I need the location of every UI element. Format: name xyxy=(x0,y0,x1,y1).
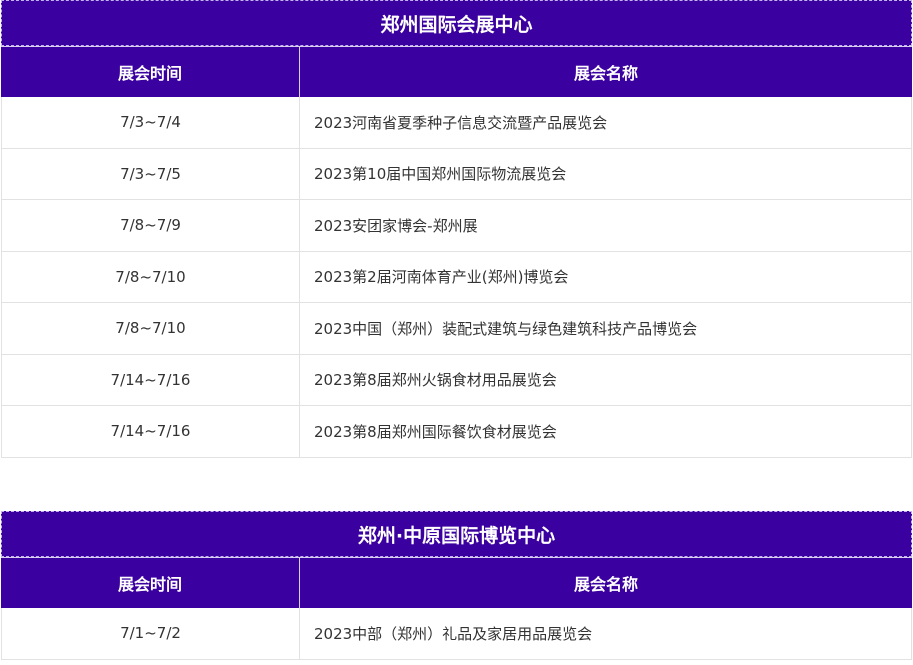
table-header: 展会时间 展会名称 xyxy=(1,557,912,608)
exhibition-name: 2023安团家博会-郑州展 xyxy=(314,216,478,235)
exhibition-date: 7/8~7/9 xyxy=(2,200,300,251)
exhibition-date: 7/8~7/10 xyxy=(2,251,300,302)
exhibition-name: 2023河南省夏季种子信息交流暨产品展览会 xyxy=(314,113,608,132)
exhibition-name: 2023第8届郑州火锅食材用品展览会 xyxy=(314,371,557,390)
table-row: 7/14~7/16 2023第8届郑州国际餐饮食材展览会 xyxy=(1,406,912,458)
column-header-date: 展会时间 xyxy=(1,47,300,97)
exhibition-date: 7/3~7/4 xyxy=(2,97,300,148)
exhibition-date: 7/14~7/16 xyxy=(2,354,300,405)
venue-title: 郑州·中原国际博览中心 xyxy=(1,511,912,557)
table-row: 7/3~7/4 2023河南省夏季种子信息交流暨产品展览会 xyxy=(1,97,912,149)
exhibition-date: 7/14~7/16 xyxy=(2,406,300,457)
exhibition-date: 7/3~7/5 xyxy=(2,148,300,199)
exhibition-name: 2023第2届河南体育产业(郑州)博览会 xyxy=(314,268,569,287)
exhibition-date: 7/1~7/2 xyxy=(2,608,300,659)
table-row: 7/8~7/10 2023中国（郑州）装配式建筑与绿色建筑科技产品博览会 xyxy=(1,303,912,355)
table-row: 7/14~7/16 2023第8届郑州火锅食材用品展览会 xyxy=(1,354,912,406)
table-row: 7/8~7/9 2023安团家博会-郑州展 xyxy=(1,200,912,252)
table-row: 7/3~7/5 2023第10届中国郑州国际物流展览会 xyxy=(1,148,912,200)
column-header-date: 展会时间 xyxy=(1,558,300,608)
column-header-name: 展会名称 xyxy=(573,64,638,83)
venue-table-zhengzhou-international: 郑州国际会展中心 展会时间 展会名称 7/3~7/4 2023河南省夏季种子信息… xyxy=(1,0,912,458)
venue-table-zhongyuan-expo: 郑州·中原国际博览中心 展会时间 展会名称 7/1~7/2 2023中部（郑州）… xyxy=(1,511,912,660)
exhibition-name: 2023中国（郑州）装配式建筑与绿色建筑科技产品博览会 xyxy=(314,319,698,338)
exhibition-date: 7/8~7/10 xyxy=(2,303,300,354)
exhibition-name: 2023第8届郑州国际餐饮食材展览会 xyxy=(314,422,557,441)
table-row: 7/8~7/10 2023第2届河南体育产业(郑州)博览会 xyxy=(1,251,912,303)
venue-title: 郑州国际会展中心 xyxy=(1,0,912,46)
column-header-name: 展会名称 xyxy=(573,575,638,594)
exhibition-name: 2023第10届中国郑州国际物流展览会 xyxy=(314,165,567,184)
table-header: 展会时间 展会名称 xyxy=(1,46,912,97)
table-row: 7/1~7/2 2023中部（郑州）礼品及家居用品展览会 xyxy=(1,608,912,660)
exhibition-name: 2023中部（郑州）礼品及家居用品展览会 xyxy=(314,624,593,643)
